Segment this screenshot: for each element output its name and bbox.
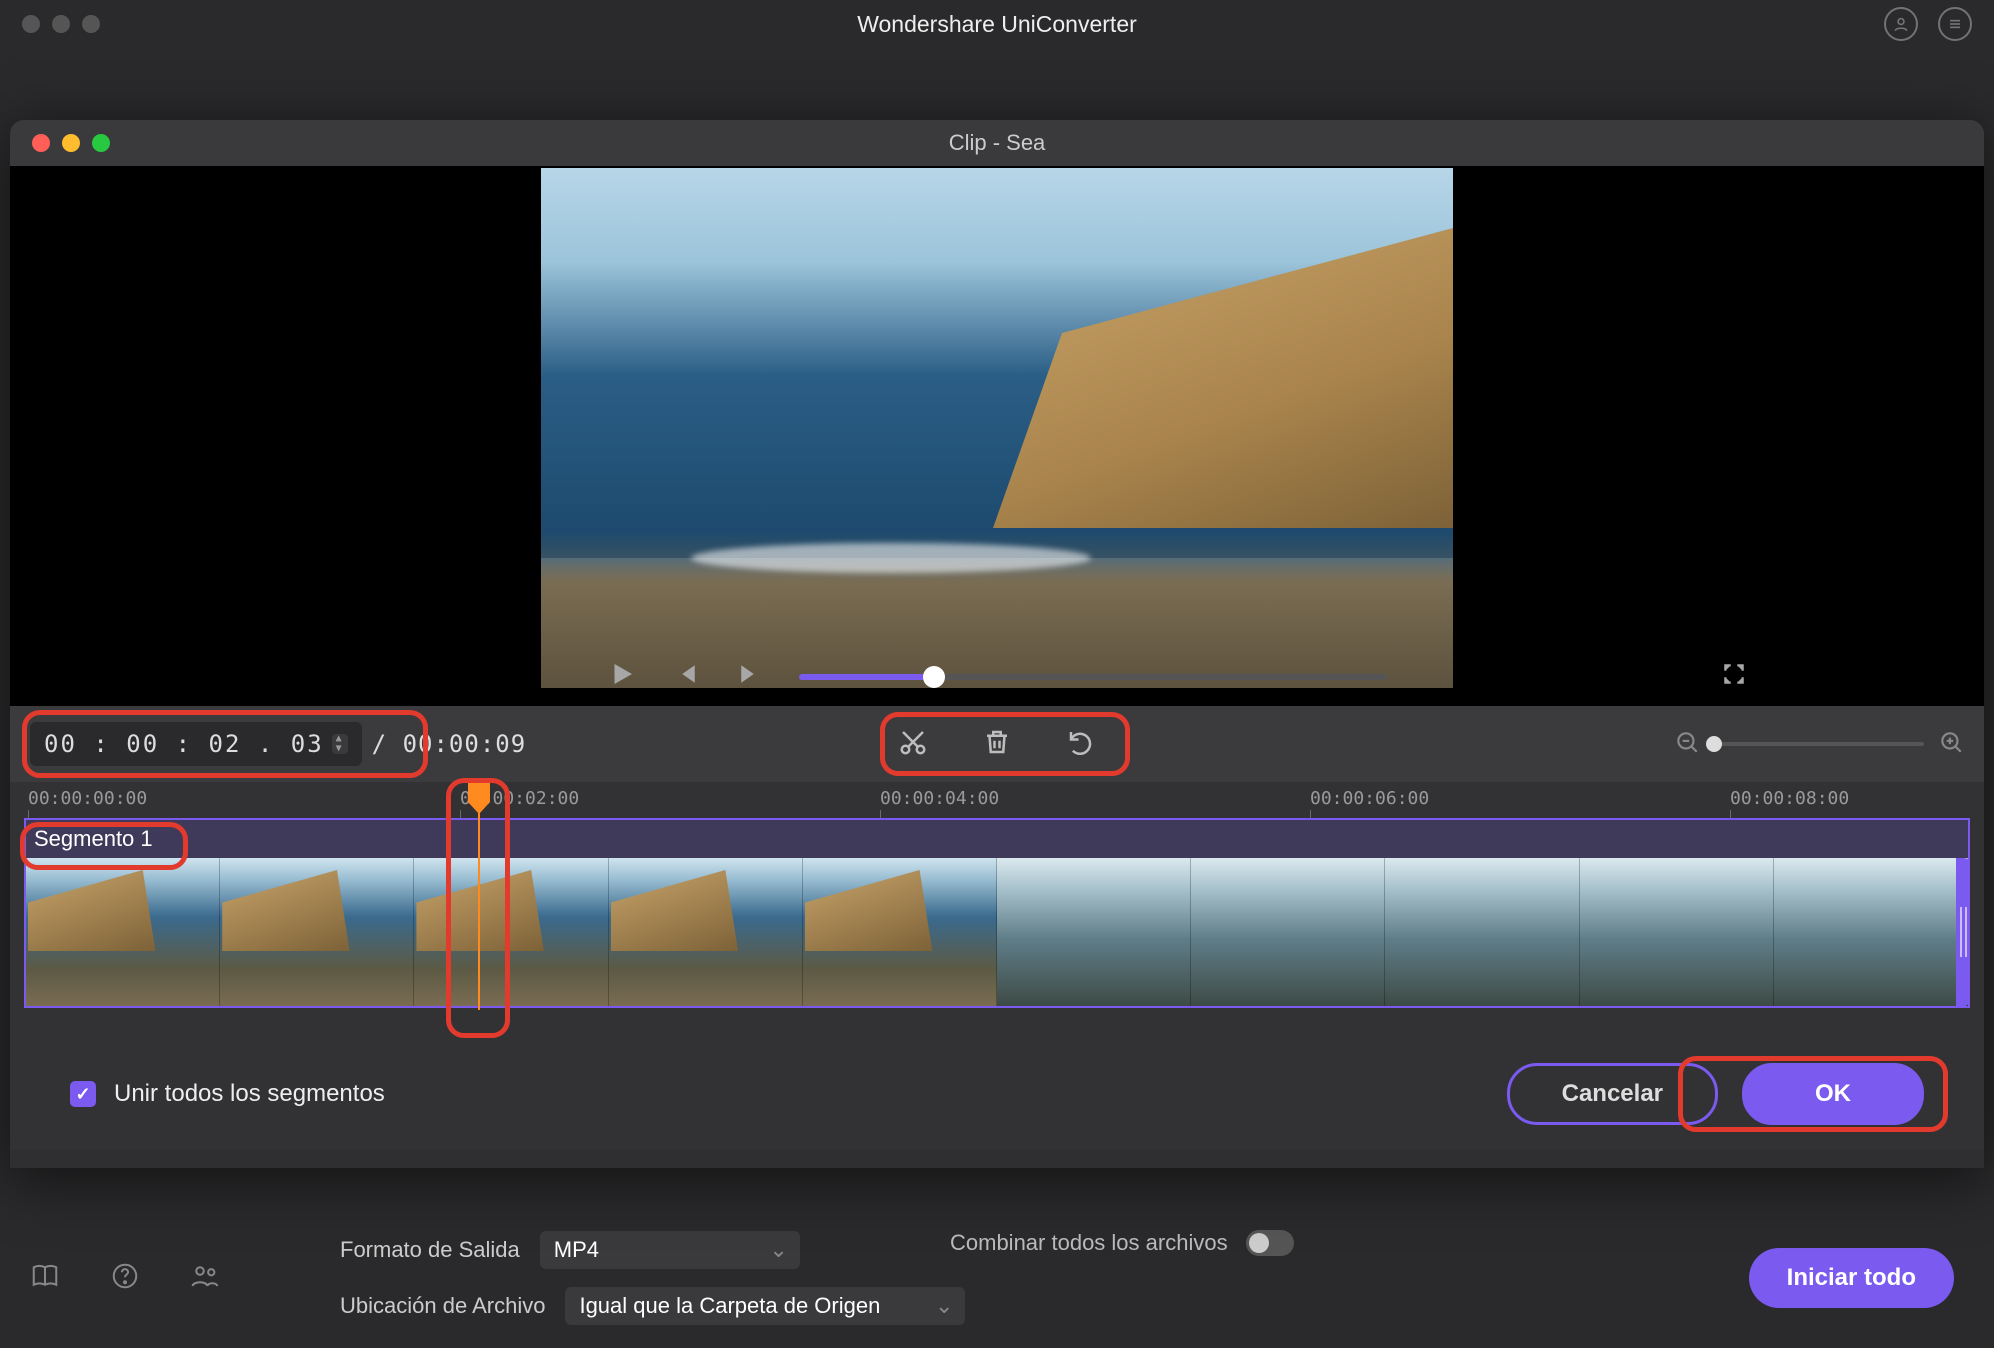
account-icon[interactable] xyxy=(1884,7,1918,41)
timecode-box: 00 : 00 : 02 . 03 ▲ ▼ / 00:00:09 xyxy=(30,722,526,766)
output-format-label: Formato de Salida xyxy=(340,1237,520,1263)
trash-icon[interactable] xyxy=(982,727,1012,762)
maximize-light-dim[interactable] xyxy=(82,15,100,33)
zoom-slider[interactable] xyxy=(1714,742,1924,746)
cancel-button[interactable]: Cancelar xyxy=(1507,1063,1718,1125)
ruler-tick-4: 00:00:08:00 xyxy=(1730,788,1849,809)
modal-title: Clip - Sea xyxy=(949,130,1046,156)
footer-utility-icons xyxy=(30,1261,220,1296)
combine-label: Combinar todos los archivos xyxy=(950,1230,1228,1256)
next-frame-icon[interactable] xyxy=(735,659,765,694)
close-light-dim[interactable] xyxy=(22,15,40,33)
book-icon[interactable] xyxy=(30,1261,60,1296)
footer-settings: Formato de Salida MP4 ⌄ Ubicación de Arc… xyxy=(340,1231,965,1325)
output-format-value: MP4 xyxy=(554,1237,599,1262)
timeline-thumb[interactable] xyxy=(1385,858,1579,1006)
main-titlebar: Wondershare UniConverter xyxy=(0,0,1994,48)
timeline-thumb[interactable] xyxy=(1191,858,1385,1006)
timeline-thumb[interactable] xyxy=(220,858,414,1006)
timeline-thumb[interactable] xyxy=(803,858,997,1006)
file-location-value: Igual que la Carpeta de Origen xyxy=(579,1293,880,1318)
modal-bottom: ✓ Unir todos los segmentos Cancelar OK xyxy=(10,1038,1984,1150)
fullscreen-icon[interactable] xyxy=(1721,661,1747,692)
edit-tools xyxy=(898,727,1096,762)
timecode-input[interactable]: 00 : 00 : 02 . 03 ▲ ▼ xyxy=(30,722,362,766)
timecode-current: 00 : 00 : 02 . 03 xyxy=(44,730,324,758)
output-format-select[interactable]: MP4 ⌄ xyxy=(540,1231,800,1269)
merge-label: Unir todos los segmentos xyxy=(114,1080,385,1108)
play-icon[interactable] xyxy=(607,659,637,694)
combine-toggle[interactable] xyxy=(1246,1230,1294,1256)
zoom-knob[interactable] xyxy=(1706,736,1722,752)
undo-icon[interactable] xyxy=(1066,727,1096,762)
cut-icon[interactable] xyxy=(898,727,928,762)
tool-row: 00 : 00 : 02 . 03 ▲ ▼ / 00:00:09 xyxy=(10,706,1984,782)
main-footer: Formato de Salida MP4 ⌄ Ubicación de Arc… xyxy=(0,1208,1994,1348)
timeline-thumb[interactable] xyxy=(1774,858,1968,1006)
timeline-thumb[interactable] xyxy=(997,858,1191,1006)
segment-label: Segmento 1 xyxy=(34,826,153,852)
file-location-label: Ubicación de Archivo xyxy=(340,1293,545,1319)
ruler-tick-3: 00:00:06:00 xyxy=(1310,788,1429,809)
start-all-label: Iniciar todo xyxy=(1787,1264,1916,1291)
timecode-total: / 00:00:09 xyxy=(372,730,527,758)
timeline-thumb[interactable] xyxy=(609,858,803,1006)
main-traffic-lights[interactable] xyxy=(0,15,100,33)
people-icon[interactable] xyxy=(190,1261,220,1296)
output-format-row: Formato de Salida MP4 ⌄ xyxy=(340,1231,965,1269)
file-location-row: Ubicación de Archivo Igual que la Carpet… xyxy=(340,1287,965,1325)
help-icon[interactable] xyxy=(110,1261,140,1296)
timeline-thumb[interactable] xyxy=(26,858,220,1006)
zoom-out-icon[interactable] xyxy=(1674,729,1700,760)
chevron-down-icon: ⌄ xyxy=(769,1237,787,1263)
app-title: Wondershare UniConverter xyxy=(857,11,1137,38)
header-icons xyxy=(1884,7,1972,41)
video-preview-area xyxy=(10,166,1984,706)
minimize-icon[interactable] xyxy=(62,134,80,152)
timecode-steppers[interactable]: ▲ ▼ xyxy=(332,734,348,754)
clip-modal: Clip - Sea xyxy=(10,120,1984,1168)
ok-button[interactable]: OK xyxy=(1742,1063,1924,1125)
combine-row: Combinar todos los archivos xyxy=(950,1230,1294,1256)
playhead-handle[interactable] xyxy=(468,778,490,804)
trim-handle-right[interactable] xyxy=(1956,858,1970,1006)
playhead[interactable] xyxy=(478,782,480,1010)
file-location-select[interactable]: Igual que la Carpeta de Origen ⌄ xyxy=(565,1287,965,1325)
zoom-in-icon[interactable] xyxy=(1938,729,1964,760)
cancel-label: Cancelar xyxy=(1562,1080,1663,1107)
preview-cliff-shape xyxy=(993,228,1453,528)
modal-traffic-lights[interactable] xyxy=(10,134,110,152)
merge-checkbox[interactable]: ✓ xyxy=(70,1081,96,1107)
progress-fill xyxy=(799,674,934,680)
close-icon[interactable] xyxy=(32,134,50,152)
segment-bar[interactable]: Segmento 1 xyxy=(24,818,1970,858)
timeline-ruler[interactable]: 00:00:00:00 00:00:02:00 00:00:04:00 00:0… xyxy=(10,782,1984,818)
prev-frame-icon[interactable] xyxy=(671,659,701,694)
ok-label: OK xyxy=(1815,1080,1851,1107)
chevron-down-icon: ⌄ xyxy=(935,1293,953,1319)
ruler-tick-0: 00:00:00:00 xyxy=(28,788,147,809)
video-progress[interactable] xyxy=(799,674,1387,680)
modal-titlebar: Clip - Sea xyxy=(10,120,1984,166)
zoom-control xyxy=(1674,729,1964,760)
preview-wave-shape xyxy=(691,543,1091,573)
timeline: 00:00:00:00 00:00:02:00 00:00:04:00 00:0… xyxy=(10,782,1984,1038)
progress-knob[interactable] xyxy=(923,666,945,688)
video-preview[interactable] xyxy=(541,168,1453,688)
ruler-tick-2: 00:00:04:00 xyxy=(880,788,999,809)
video-controls xyxy=(607,659,1387,694)
modal-buttons: Cancelar OK xyxy=(1507,1063,1924,1125)
start-all-button[interactable]: Iniciar todo xyxy=(1749,1248,1954,1308)
thumbnail-strip[interactable] xyxy=(24,858,1970,1008)
timeline-thumb[interactable] xyxy=(1580,858,1774,1006)
stepper-down-icon[interactable]: ▼ xyxy=(332,744,348,754)
timeline-thumb[interactable] xyxy=(414,858,608,1006)
minimize-light-dim[interactable] xyxy=(52,15,70,33)
menu-icon[interactable] xyxy=(1938,7,1972,41)
maximize-icon[interactable] xyxy=(92,134,110,152)
